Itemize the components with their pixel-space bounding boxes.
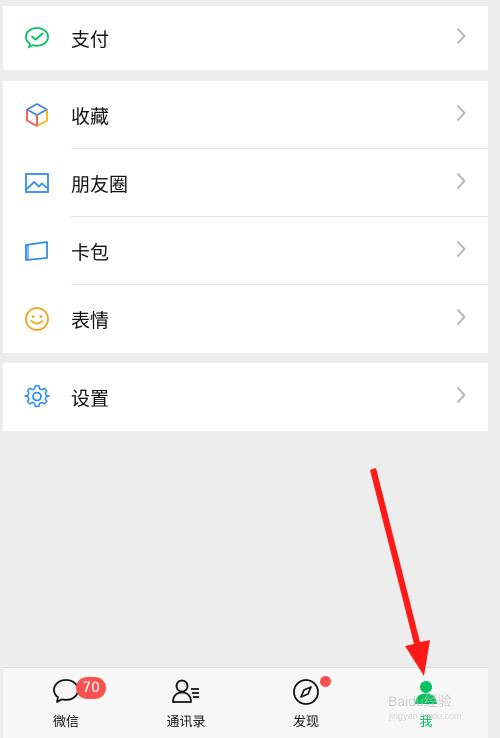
chevron-right-icon <box>456 172 466 194</box>
menu-item-cards-label: 卡包 <box>71 241 110 264</box>
tab-discover[interactable]: 发现 <box>246 668 366 738</box>
menu-item-favorites[interactable]: 收藏 <box>3 81 488 149</box>
menu-item-moments-label: 朋友圈 <box>71 173 129 196</box>
menu-item-moments[interactable]: 朋友圈 <box>3 149 488 217</box>
tab-discover-label: 发现 <box>292 715 319 730</box>
menu-item-pay[interactable]: 支付 <box>3 6 488 70</box>
chevron-right-icon <box>456 308 466 330</box>
tab-contacts[interactable]: 通讯录 <box>126 668 246 738</box>
wechat-pay-icon <box>23 24 51 52</box>
chevron-right-icon <box>456 104 466 126</box>
menu-item-stickers-label: 表情 <box>71 309 110 332</box>
menu-item-cards[interactable]: 卡包 <box>3 217 488 285</box>
gear-icon <box>23 383 51 411</box>
chevron-right-icon <box>456 386 466 408</box>
tab-chats-label: 微信 <box>52 715 79 730</box>
watermark-subtext: jingyan.baidu.com <box>389 711 462 721</box>
tab-chats[interactable]: 70 微信 <box>6 668 126 738</box>
sticker-smile-icon <box>23 305 51 333</box>
moments-photo-icon <box>23 169 51 197</box>
menu-item-pay-label: 支付 <box>71 28 110 51</box>
menu-item-settings-label: 设置 <box>71 387 110 410</box>
compass-icon <box>291 677 321 711</box>
menu-item-settings[interactable]: 设置 <box>3 363 488 431</box>
chevron-right-icon <box>456 27 466 49</box>
me-page: 支付 收藏 朋友圈 卡包 表情 设置 70 微信 通讯录 发现 我 Baidu经… <box>3 0 488 738</box>
card-wallet-icon <box>23 237 51 265</box>
menu-group-main: 收藏 朋友圈 卡包 表情 <box>3 81 488 353</box>
new-activity-dot <box>320 676 331 687</box>
menu-group-settings: 设置 <box>3 363 488 431</box>
chevron-right-icon <box>456 240 466 262</box>
menu-item-stickers[interactable]: 表情 <box>3 285 488 353</box>
contacts-icon <box>170 677 202 709</box>
favorites-cube-icon <box>23 101 51 129</box>
tab-contacts-label: 通讯录 <box>166 715 206 730</box>
watermark-text: Baidu经验 <box>388 693 452 709</box>
menu-item-favorites-label: 收藏 <box>71 105 110 128</box>
menu-group-pay: 支付 <box>3 6 488 70</box>
unread-count-badge: 70 <box>76 677 106 699</box>
